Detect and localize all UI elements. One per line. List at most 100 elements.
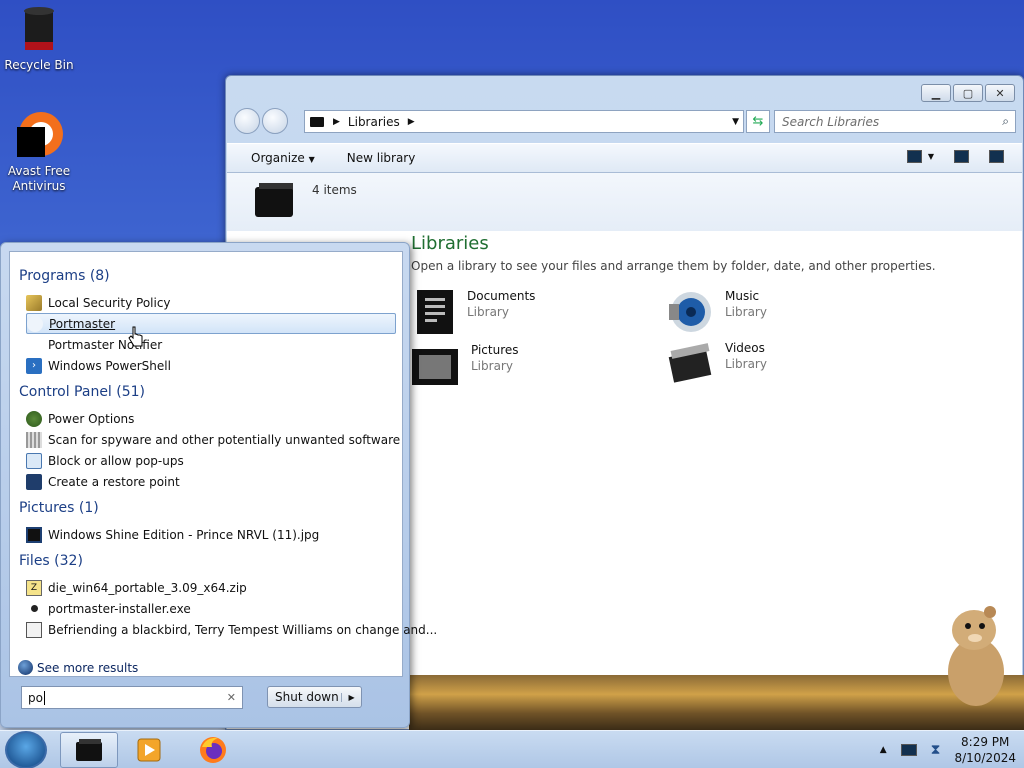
result-portmaster[interactable]: Portmaster — [26, 313, 396, 334]
item-count: 4 items — [312, 183, 357, 197]
result-label: Befriending a blackbird, Terry Tempest W… — [48, 622, 438, 637]
library-type: Library — [725, 305, 767, 319]
desktop-icon-avast[interactable]: Avast Free Antivirus — [1, 110, 77, 194]
result-zip-file[interactable]: Z die_win64_portable_3.09_x64.zip — [26, 577, 396, 598]
show-hidden-icons-icon[interactable]: ▲ — [880, 745, 887, 755]
forward-button[interactable] — [262, 108, 288, 134]
organize-label: Organize — [251, 151, 305, 165]
clock-time: 8:29 PM — [961, 735, 1010, 749]
media-player-icon — [137, 738, 161, 762]
notification-area: ▲ ⧗ 8:29 PM 8/10/2024 — [880, 731, 1016, 768]
command-bar: Organize ▼ New library ▼ — [227, 143, 1022, 173]
preview-pane-button[interactable] — [954, 150, 969, 163]
videos-icon — [668, 343, 712, 383]
desktop-icon-recycle-bin[interactable]: Recycle Bin — [1, 6, 77, 73]
group-title-programs[interactable]: Programs (8) — [19, 268, 110, 284]
library-type: Library — [467, 305, 509, 319]
zip-file-icon: Z — [26, 579, 42, 596]
defender-icon — [26, 431, 42, 448]
minimize-button[interactable]: ▁ — [921, 84, 951, 102]
result-label: Portmaster Notifier — [48, 337, 163, 352]
search-globe-icon — [18, 660, 33, 675]
page-title: Libraries — [411, 233, 489, 254]
result-restore-point[interactable]: Create a restore point — [26, 471, 396, 492]
documents-icon — [417, 290, 453, 334]
see-more-results-link[interactable]: See more results — [18, 660, 138, 675]
maximize-button[interactable]: ▢ — [953, 84, 983, 102]
start-button[interactable] — [5, 731, 47, 768]
envelope-icon — [26, 621, 42, 638]
breadcrumb-libraries[interactable]: Libraries — [348, 115, 400, 129]
hamster-mascot-icon — [948, 606, 1004, 706]
security-policy-icon — [26, 294, 42, 311]
powershell-icon: › — [26, 357, 42, 374]
taskbar-media-player-button[interactable] — [120, 732, 178, 768]
clock-date: 8/10/2024 — [954, 751, 1016, 765]
clock[interactable]: 8:29 PM 8/10/2024 — [954, 734, 1016, 766]
library-item-pictures[interactable]: Pictures Library — [411, 343, 519, 386]
breadcrumb-separator-icon: ▶ — [333, 116, 340, 127]
page-subtitle: Open a library to see your files and arr… — [411, 259, 936, 273]
result-power-options[interactable]: Power Options — [26, 408, 396, 429]
search-input[interactable]: Search Libraries ⌕ — [774, 110, 1016, 133]
group-title-files[interactable]: Files (32) — [19, 553, 83, 569]
shutdown-label: Shut down — [275, 690, 339, 704]
new-library-button[interactable]: New library — [347, 151, 416, 165]
shutdown-button[interactable]: Shut down ▶ — [267, 686, 362, 708]
help-button[interactable] — [989, 150, 1004, 163]
result-local-security-policy[interactable]: Local Security Policy — [26, 292, 396, 313]
address-dropdown-icon[interactable]: ▼ — [732, 117, 739, 127]
image-file-icon — [26, 526, 42, 543]
volume-icon[interactable]: ⧗ — [931, 742, 941, 758]
result-picture-file[interactable]: Windows Shine Edition - Prince NRVL (11)… — [26, 524, 396, 545]
start-menu: Programs (8) Local Security Policy Portm… — [0, 242, 437, 728]
organize-button[interactable]: Organize ▼ — [251, 151, 315, 165]
start-search-input[interactable]: po ✕ — [21, 686, 243, 709]
library-item-documents[interactable]: Documents Library — [415, 288, 535, 336]
library-name: Pictures — [471, 343, 519, 357]
clear-search-icon[interactable]: ✕ — [227, 691, 236, 704]
shutdown-options-arrow-icon[interactable]: ▶ — [341, 692, 361, 702]
result-document-file[interactable]: Befriending a blackbird, Terry Tempest W… — [26, 619, 437, 640]
library-name: Documents — [467, 289, 536, 303]
navigation-bar: ▶ Libraries ▶ ▼ ⇆ Search Libraries ⌕ — [234, 108, 1016, 134]
group-title-control-panel[interactable]: Control Panel (51) — [19, 384, 145, 400]
taskbar-firefox-button[interactable] — [184, 732, 242, 768]
installer-file-icon — [26, 601, 42, 617]
recycle-bin-icon — [24, 7, 54, 50]
hand-cursor-icon — [128, 326, 143, 347]
result-label: Windows Shine Edition - Prince NRVL (11)… — [48, 527, 320, 542]
restore-point-icon — [26, 473, 42, 490]
view-icon — [906, 150, 922, 163]
result-scan-spyware[interactable]: Scan for spyware and other potentially u… — [26, 429, 400, 450]
result-label: Scan for spyware and other potentially u… — [48, 432, 401, 447]
portmaster-notifier-icon — [26, 337, 42, 353]
network-icon[interactable] — [900, 744, 917, 756]
result-label: Block or allow pop-ups — [48, 453, 184, 468]
chevron-down-icon: ▼ — [927, 152, 934, 161]
result-windows-powershell[interactable]: › Windows PowerShell — [26, 355, 396, 376]
result-portmaster-notifier[interactable]: Portmaster Notifier — [26, 334, 396, 355]
library-item-music[interactable]: Music Library — [667, 288, 767, 336]
taskbar-explorer-button[interactable] — [60, 732, 118, 768]
wallpaper-landscape — [409, 675, 1024, 730]
refresh-button[interactable]: ⇆ — [746, 110, 770, 133]
libraries-icon — [76, 739, 102, 761]
libraries-large-icon — [255, 183, 293, 217]
breadcrumb-chevron-icon[interactable]: ▶ — [408, 117, 415, 127]
group-title-pictures[interactable]: Pictures (1) — [19, 500, 99, 516]
view-options-button[interactable]: ▼ — [906, 150, 934, 163]
close-button[interactable]: ✕ — [985, 84, 1015, 102]
text-caret — [43, 690, 45, 705]
taskbar: ▲ ⧗ 8:29 PM 8/10/2024 — [0, 730, 1024, 768]
music-icon — [669, 292, 711, 332]
power-options-icon — [26, 410, 42, 427]
address-bar[interactable]: ▶ Libraries ▶ ▼ — [304, 110, 744, 133]
chevron-down-icon: ▼ — [308, 155, 315, 164]
result-block-popups[interactable]: Block or allow pop-ups — [26, 450, 396, 471]
libraries-icon — [310, 116, 324, 127]
result-installer-file[interactable]: portmaster-installer.exe — [26, 598, 396, 619]
portmaster-icon — [27, 315, 43, 332]
back-button[interactable] — [234, 108, 260, 134]
library-item-videos[interactable]: Videos Library — [667, 341, 767, 383]
